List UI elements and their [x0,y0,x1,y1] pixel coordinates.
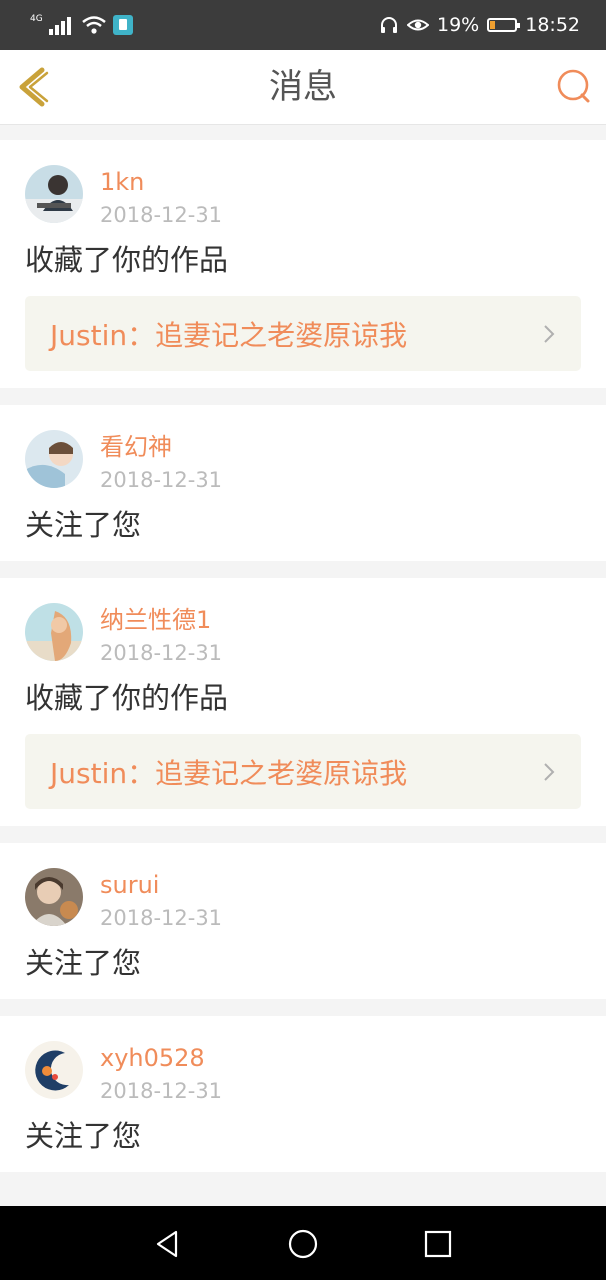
header: 消息 [0,50,606,125]
signal-icon [48,17,71,35]
work-title: Justin：追妻记之老婆原谅我 [50,756,408,790]
timestamp: 2018-12-31 [100,203,223,227]
notification-header: 看幻神 2018-12-31 [25,429,581,497]
status-bar: 4G 19% 18:52 [0,0,606,50]
avatar-image [25,868,83,926]
timestamp: 2018-12-31 [100,468,223,492]
username[interactable]: xyh0528 [100,1043,205,1073]
status-right: 19% 18:52 [379,12,580,38]
headset-icon [381,17,397,33]
notification-action-text: 收藏了你的作品 [25,681,229,715]
page-title: 消息 [269,67,337,107]
username[interactable]: surui [100,870,159,900]
notification-action-text: 关注了您 [25,946,142,980]
back-icon[interactable] [152,1228,184,1260]
avatar[interactable] [25,603,83,661]
avatar[interactable] [25,165,83,223]
avatar[interactable] [25,430,83,488]
username[interactable]: 纳兰性德1 [100,605,211,635]
timestamp: 2018-12-31 [100,1079,223,1103]
notification-action-text: 关注了您 [25,1119,142,1153]
username[interactable]: 1kn [100,167,144,197]
home-icon[interactable] [287,1228,319,1260]
battery-icon [487,18,521,32]
avatar-image [25,1041,83,1099]
notification-list[interactable]: 1kn 2018-12-31 收藏了你的作品 Justin：追妻记之老婆原谅我 … [0,140,606,1206]
timestamp: 2018-12-31 [100,641,223,665]
notification-item: surui 2018-12-31 关注了您 [0,843,606,999]
chevron-right-icon [544,325,555,343]
timestamp: 2018-12-31 [100,906,223,930]
recents-icon[interactable] [422,1228,454,1260]
avatar[interactable] [25,868,83,926]
notification-action-text: 收藏了你的作品 [25,243,229,277]
notification-header: surui 2018-12-31 [25,867,581,935]
username[interactable]: 看幻神 [100,432,172,462]
battery-level-fill [490,21,496,29]
chevron-right-icon [544,763,555,781]
avatar-image [25,430,83,488]
search-icon[interactable] [554,66,594,106]
status-left: 4G [30,12,133,38]
clock: 18:52 [525,14,580,36]
notification-item: xyh0528 2018-12-31 关注了您 [0,1016,606,1172]
notification-item: 1kn 2018-12-31 收藏了你的作品 Justin：追妻记之老婆原谅我 [0,140,606,388]
wifi-icon [81,16,106,34]
eye-comfort-icon [407,19,429,31]
network-type: 4G [30,14,43,24]
notification-action-text: 关注了您 [25,508,142,542]
avatar-image [25,165,83,223]
notification-item: 看幻神 2018-12-31 关注了您 [0,405,606,561]
avatar-image [25,603,83,661]
notification-header: xyh0528 2018-12-31 [25,1040,581,1108]
battery-percent: 19% [437,14,480,36]
app-notification-icon [112,15,133,35]
work-link[interactable]: Justin：追妻记之老婆原谅我 [25,296,581,371]
system-navigation-bar [0,1206,606,1280]
work-link[interactable]: Justin：追妻记之老婆原谅我 [25,734,581,809]
work-title: Justin：追妻记之老婆原谅我 [50,318,408,352]
notification-item: 纳兰性德1 2018-12-31 收藏了你的作品 Justin：追妻记之老婆原谅… [0,578,606,826]
notification-header: 1kn 2018-12-31 [25,164,581,232]
notification-header: 纳兰性德1 2018-12-31 [25,602,581,670]
avatar[interactable] [25,1041,83,1099]
